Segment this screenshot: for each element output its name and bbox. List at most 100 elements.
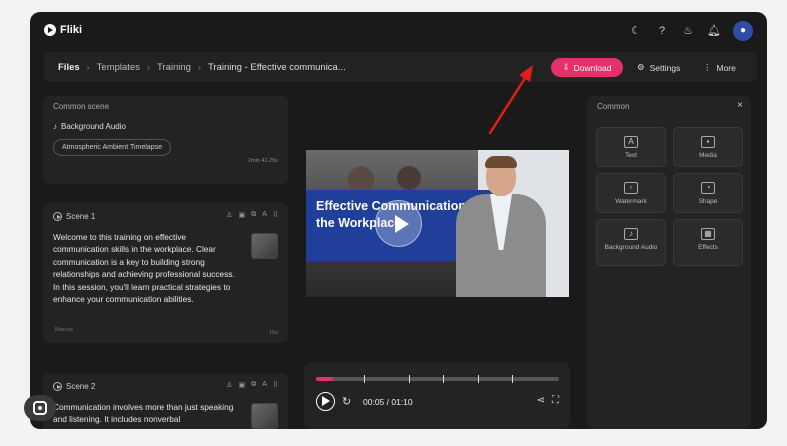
duplicate-icon[interactable]: ⧉ — [251, 381, 256, 389]
scene-marker — [512, 375, 513, 383]
drag-handle-icon[interactable]: ⠿ — [273, 381, 278, 389]
scene-card[interactable]: Scene 2 ♙ ▣ ⧉ A ⠿ Communication involves… — [43, 373, 288, 429]
annotation-arrow — [488, 65, 533, 135]
scene-label: Scene 2 — [66, 382, 96, 391]
text-icon[interactable]: A — [262, 211, 267, 219]
play-circle-icon[interactable] — [53, 382, 62, 391]
watermark-icon: ▫ — [624, 182, 638, 194]
effects-tile[interactable]: ▦ Effects — [673, 219, 743, 266]
more-vertical-icon: ⋮ — [703, 62, 712, 72]
download-icon: ⇩ — [562, 62, 570, 72]
bell-icon[interactable]: 🔔︎ — [707, 24, 721, 38]
background-audio-row[interactable]: ♪ Background Audio — [53, 122, 126, 131]
image-icon: ▪ — [701, 136, 715, 148]
effects-icon: ▦ — [701, 228, 715, 240]
download-label: Download — [573, 62, 612, 73]
settings-button[interactable]: ⚙ Settings — [637, 58, 680, 77]
annotation-arrow-shaft — [488, 73, 529, 135]
fullscreen-icon[interactable]: ⛶ — [552, 395, 559, 406]
common-elements-panel: Common × A Text ▪ Media ▫ Watermark ◔ Sh… — [587, 96, 751, 429]
text-tile-label: Text — [625, 152, 637, 159]
text-tile[interactable]: A Text — [596, 127, 666, 167]
effects-tile-label: Effects — [698, 244, 718, 251]
presenter-avatar — [448, 156, 548, 297]
avatar-icon[interactable]: ♙ — [226, 211, 232, 219]
media-tile[interactable]: ▪ Media — [673, 127, 743, 167]
top-icons: ☾ ? ♨ 🔔︎ ● — [629, 21, 753, 41]
scene-header: Scene 1 — [53, 212, 95, 221]
logo-icon — [44, 24, 56, 36]
lens-icon — [33, 401, 47, 415]
chevron-right-icon: › — [146, 62, 150, 72]
flame-icon[interactable]: ♨ — [681, 24, 695, 38]
scene-script[interactable]: Communication involves more than just sp… — [53, 401, 243, 426]
scene-card[interactable]: Scene 1 ♙ ▣ ⧉ A ⠿ Welcome to this traini… — [43, 203, 288, 343]
common-scene-panel: Common scene ♪ Background Audio Atmosphe… — [43, 96, 288, 184]
scene-duration: 15s — [269, 330, 278, 336]
lens-search-button[interactable] — [24, 395, 56, 421]
app-logo[interactable]: Fliki — [44, 24, 82, 36]
help-icon[interactable]: ? — [655, 24, 669, 38]
background-audio-tile[interactable]: ♪ Background Audio — [596, 219, 666, 266]
player-controls: ↻ 00:05 / 01:10 ⋖ ⛶ — [304, 362, 570, 429]
watermark-tile[interactable]: ▫ Watermark — [596, 173, 666, 213]
play-button[interactable] — [316, 392, 335, 411]
media-icon[interactable]: ▣ — [239, 211, 246, 219]
video-preview[interactable]: Effective Communication in the Workplace — [306, 150, 569, 297]
chevron-right-icon: › — [86, 62, 90, 72]
background-audio-tile-label: Background Audio — [604, 244, 658, 251]
playback-time: 00:05 / 01:10 — [363, 397, 413, 407]
total-duration: 2min 41.29s — [248, 158, 278, 164]
background-audio-label: Background Audio — [61, 122, 126, 131]
music-note-icon: ♪ — [53, 122, 57, 131]
breadcrumb-files[interactable]: Files — [58, 62, 80, 73]
text-icon[interactable]: A — [262, 381, 267, 389]
scene-toolbar: ♙ ▣ ⧉ A ⠿ — [226, 211, 278, 219]
timeline-track[interactable] — [316, 375, 559, 383]
breadcrumb: Files › Templates › Training › Training … — [58, 52, 346, 82]
share-icon[interactable]: ⋖ — [537, 395, 545, 406]
drag-handle-icon[interactable]: ⠿ — [273, 211, 278, 219]
breadcrumb-bar: Files › Templates › Training › Training … — [44, 52, 757, 82]
gear-icon: ⚙ — [637, 62, 645, 72]
moon-icon[interactable]: ☾ — [629, 24, 643, 38]
common-scene-title: Common scene — [53, 102, 110, 111]
replay-icon[interactable]: ↻ — [342, 395, 351, 408]
duplicate-icon[interactable]: ⧉ — [251, 211, 256, 219]
scene-thumbnail[interactable] — [251, 233, 278, 259]
app-window: Fliki ☾ ? ♨ 🔔︎ ● Files › Templates › Tra… — [30, 12, 767, 429]
audio-track-chip[interactable]: Atmospheric Ambient Timelapse — [53, 139, 171, 156]
scene-marker — [478, 375, 479, 383]
top-bar: Fliki ☾ ? ♨ 🔔︎ ● — [30, 12, 767, 50]
breadcrumb-training[interactable]: Training — [157, 62, 191, 73]
scene-header: Scene 2 — [53, 382, 95, 391]
scene-marker — [443, 375, 444, 383]
scene-label: Scene 1 — [66, 212, 96, 221]
download-button[interactable]: ⇩ Download — [551, 58, 623, 77]
annotation-arrow-head — [519, 65, 533, 82]
chevron-right-icon: › — [197, 62, 201, 72]
breadcrumb-current[interactable]: Training - Effective communica... — [208, 62, 346, 73]
media-tile-label: Media — [699, 152, 717, 159]
presenter-hair — [485, 156, 517, 168]
scene-toolbar: ♙ ▣ ⧉ A ⠿ — [226, 381, 278, 389]
avatar-icon[interactable]: ♙ — [226, 381, 232, 389]
scene-script[interactable]: Welcome to this training on effective co… — [53, 231, 243, 305]
shape-tile[interactable]: ◔ Shape — [673, 173, 743, 213]
media-icon[interactable]: ▣ — [239, 381, 246, 389]
app-name: Fliki — [60, 24, 83, 36]
close-icon[interactable]: × — [737, 100, 743, 111]
settings-label: Settings — [649, 62, 681, 73]
scene-voice[interactable]: Marcus — [55, 327, 73, 333]
music-icon: ♪ — [624, 228, 638, 240]
shape-tile-label: Shape — [698, 198, 718, 205]
more-button[interactable]: ⋮ More — [703, 58, 736, 77]
user-avatar[interactable]: ● — [733, 21, 753, 41]
more-label: More — [716, 62, 736, 73]
play-circle-icon[interactable] — [53, 212, 62, 221]
text-icon: A — [624, 136, 638, 148]
breadcrumb-templates[interactable]: Templates — [97, 62, 140, 73]
scene-thumbnail[interactable] — [251, 403, 278, 429]
preview-play-icon[interactable] — [375, 200, 422, 247]
scene-marker — [409, 375, 410, 383]
